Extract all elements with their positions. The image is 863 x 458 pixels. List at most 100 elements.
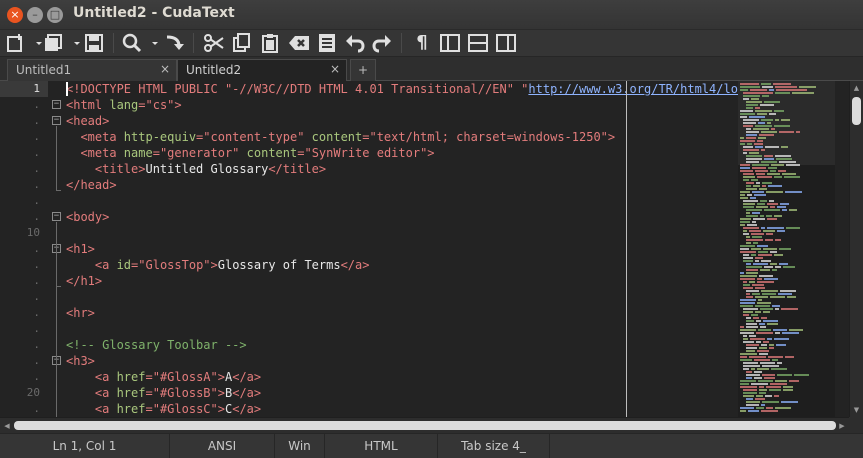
minimap-line: [764, 209, 780, 211]
code-line[interactable]: <!-- Glossary Toolbar -->: [66, 337, 247, 353]
tab-close-icon[interactable]: ×: [330, 62, 340, 76]
minimap-line: [743, 281, 747, 283]
code-line[interactable]: <meta http-equiv="content-type" content=…: [66, 129, 615, 145]
minimap-line: [740, 143, 745, 145]
minimap-line: [783, 389, 793, 391]
minimap-line: [743, 200, 758, 202]
status-tab-size[interactable]: Tab size 4_: [438, 434, 550, 458]
goto-icon[interactable]: [162, 31, 186, 55]
find-icon[interactable]: [120, 31, 144, 55]
fold-toggle-icon[interactable]: −: [52, 100, 61, 109]
minimap-line: [761, 344, 767, 346]
code-line[interactable]: <h1>: [66, 241, 95, 257]
code-link[interactable]: http://www.w3.org/TR/html4/loose: [528, 82, 738, 96]
code-line[interactable]: <h3>: [66, 353, 95, 369]
delete-icon[interactable]: [287, 31, 311, 55]
minimap-line: [755, 125, 772, 127]
minimap-line: [752, 236, 762, 238]
code-line[interactable]: <hr>: [66, 305, 95, 321]
code-line[interactable]: <!DOCTYPE HTML PUBLIC "-//W3C//DTD HTML …: [66, 81, 738, 97]
minimap-line: [758, 137, 766, 139]
minimap-line: [749, 281, 755, 283]
editor-area[interactable]: 1........10.........20. −−−−− <!DOCTYPE …: [0, 81, 849, 417]
close-window-button[interactable]: ×: [7, 7, 23, 23]
scroll-up-arrow-icon[interactable]: ▲: [850, 82, 863, 94]
new-file-menu-icon[interactable]: [27, 31, 42, 55]
code-line[interactable]: <a id="GlossTop">Glossary of Terms</a>: [66, 257, 370, 273]
cut-icon[interactable]: [202, 31, 226, 55]
code-token: <head>: [66, 114, 110, 128]
line-number: .: [33, 210, 40, 223]
status-encoding[interactable]: ANSI: [170, 434, 275, 458]
minimap[interactable]: [738, 81, 835, 417]
status-lexer[interactable]: HTML: [325, 434, 438, 458]
code-line[interactable]: </h1>: [66, 273, 102, 289]
maximize-window-button[interactable]: □: [47, 7, 63, 23]
code-line[interactable]: </head>: [66, 177, 117, 193]
code-line[interactable]: <head>: [66, 113, 109, 129]
new-file-icon[interactable]: [4, 31, 28, 55]
minimap-line: [781, 119, 790, 121]
minimap-line: [784, 176, 800, 178]
line-number: 10: [26, 226, 40, 239]
status-line-ends[interactable]: Win: [275, 434, 325, 458]
code-line[interactable]: <meta name="generator" content="SynWrite…: [66, 145, 434, 161]
code-token: <h3>: [66, 354, 95, 368]
open-file-icon[interactable]: [42, 31, 66, 55]
vertical-scrollbar[interactable]: ▲ ▼: [849, 81, 863, 417]
minimap-line: [761, 227, 765, 229]
horizontal-scroll-thumb[interactable]: [14, 421, 836, 430]
scroll-left-arrow-icon[interactable]: ◀: [1, 418, 13, 434]
undo-icon[interactable]: [343, 31, 367, 55]
minimap-line: [786, 227, 800, 229]
code-line[interactable]: <title>Untitled Glossary</title>: [66, 161, 326, 177]
panel-right-icon[interactable]: [494, 31, 518, 55]
minimap-line: [746, 350, 755, 352]
code-line[interactable]: <a href="#GlossA">A</a>: [66, 369, 261, 385]
tab-untitled1[interactable]: Untitled1 ×: [7, 59, 177, 81]
code-token: "SynWrite editor": [304, 146, 428, 160]
redo-icon[interactable]: [370, 31, 394, 55]
split-vertical-icon[interactable]: [438, 31, 462, 55]
minimap-line: [766, 215, 772, 217]
code-line[interactable]: <body>: [66, 209, 109, 225]
fold-range-line: [56, 366, 57, 417]
minimap-line: [756, 395, 763, 397]
minimap-line: [758, 380, 773, 382]
minimap-line: [770, 296, 785, 298]
pilcrow-icon[interactable]: ¶: [410, 31, 434, 55]
horizontal-scrollbar[interactable]: ◀ ▶: [0, 417, 849, 433]
code-view[interactable]: <!DOCTYPE HTML PUBLIC "-//W3C//DTD HTML …: [66, 81, 738, 417]
add-tab-button[interactable]: +: [350, 59, 376, 81]
tab-close-icon[interactable]: ×: [160, 62, 170, 76]
minimap-line: [759, 392, 766, 394]
split-horizontal-icon[interactable]: [466, 31, 490, 55]
copy-icon[interactable]: [230, 31, 254, 55]
vertical-scroll-thumb[interactable]: [852, 97, 861, 125]
minimap-line: [785, 191, 802, 193]
scroll-down-arrow-icon[interactable]: ▼: [850, 404, 863, 416]
code-token: <a: [66, 402, 117, 416]
find-menu-icon[interactable]: [143, 31, 158, 55]
tab-untitled2[interactable]: Untitled2 ×: [177, 59, 347, 82]
code-token: </title>: [268, 162, 327, 176]
minimap-line: [746, 161, 759, 163]
fold-toggle-icon[interactable]: −: [52, 212, 61, 221]
code-token: "content-type": [203, 130, 305, 144]
minimap-line: [766, 191, 783, 193]
fold-toggle-icon[interactable]: −: [52, 116, 61, 125]
code-line[interactable]: <html lang="cs">: [66, 97, 182, 113]
code-line[interactable]: <a href="#GlossC">C</a>: [66, 401, 261, 417]
minimap-line: [762, 182, 772, 184]
open-file-menu-icon[interactable]: [65, 31, 80, 55]
scroll-right-arrow-icon[interactable]: ▶: [836, 418, 848, 434]
select-all-icon[interactable]: [315, 31, 339, 55]
status-caret-position[interactable]: Ln 1, Col 1: [0, 434, 170, 458]
save-icon[interactable]: [82, 31, 106, 55]
code-line[interactable]: <a href="#GlossB">B</a>: [66, 385, 261, 401]
minimap-line: [765, 395, 772, 397]
minimize-window-button[interactable]: –: [27, 7, 43, 23]
paste-icon[interactable]: [258, 31, 282, 55]
minimap-line: [743, 341, 754, 343]
code-token: <hr>: [66, 306, 95, 320]
